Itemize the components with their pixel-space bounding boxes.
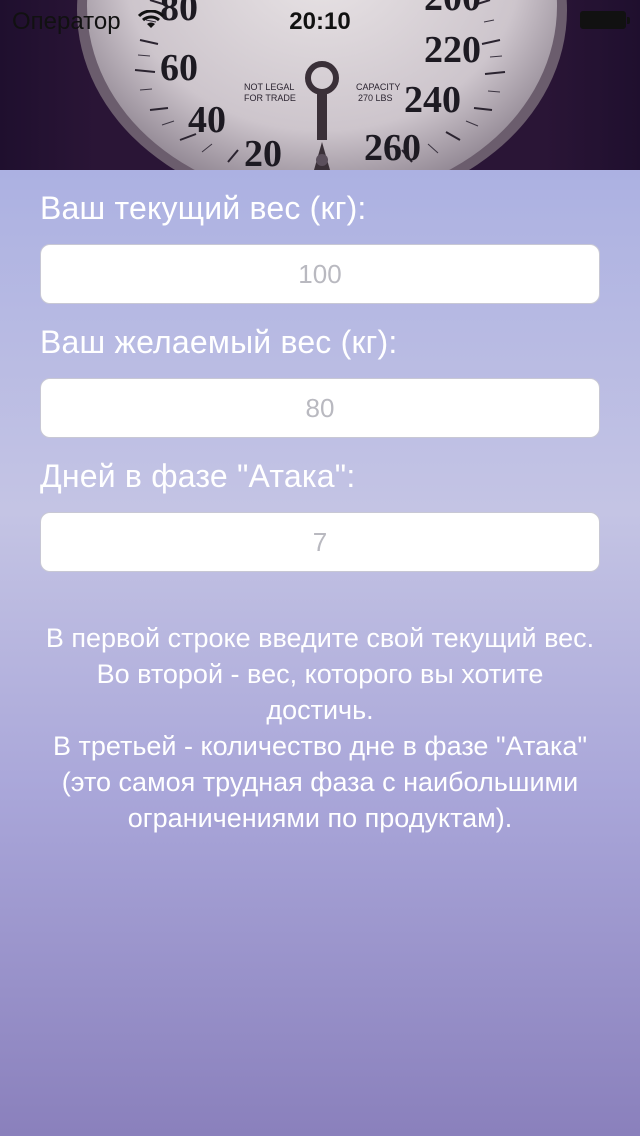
attack-days-field[interactable] <box>40 512 600 572</box>
current-weight-input[interactable] <box>41 245 599 303</box>
dial-text-not-legal: NOT LEGAL <box>244 82 294 92</box>
battery-icon <box>580 11 630 29</box>
dial-number-60: 60 <box>160 47 198 89</box>
dial-number-240: 240 <box>404 79 461 121</box>
instructions-text: В первой строке введите свой текущий вес… <box>40 620 600 836</box>
dial-number-20: 20 <box>244 133 282 170</box>
instructions-line-1: В первой строке введите свой текущий вес… <box>45 623 595 653</box>
current-weight-field[interactable] <box>40 244 600 304</box>
dial-number-40: 40 <box>188 99 226 141</box>
dial-number-260: 260 <box>364 127 421 169</box>
current-weight-label: Ваш текущий вес (кг): <box>40 190 367 226</box>
attack-days-label: Дней в фазе "Атака": <box>40 458 356 494</box>
attack-days-input[interactable] <box>41 513 599 571</box>
target-weight-input[interactable] <box>41 379 599 437</box>
instructions-line-3: В третьей - количество дне в фазе "Атака… <box>52 731 588 833</box>
target-weight-field[interactable] <box>40 378 600 438</box>
target-weight-label: Ваш желаемый вес (кг): <box>40 324 398 360</box>
status-time: 20:10 <box>289 8 351 35</box>
dial-text-lbs: 270 LBS <box>358 93 393 103</box>
status-bar: Оператор 20:10 <box>0 0 640 40</box>
instructions-line-2: Во второй - вес, которого вы хотите дост… <box>96 659 544 725</box>
dial-text-for-trade: FOR TRADE <box>244 93 296 103</box>
dial-text-capacity: CAPACITY <box>356 82 400 92</box>
